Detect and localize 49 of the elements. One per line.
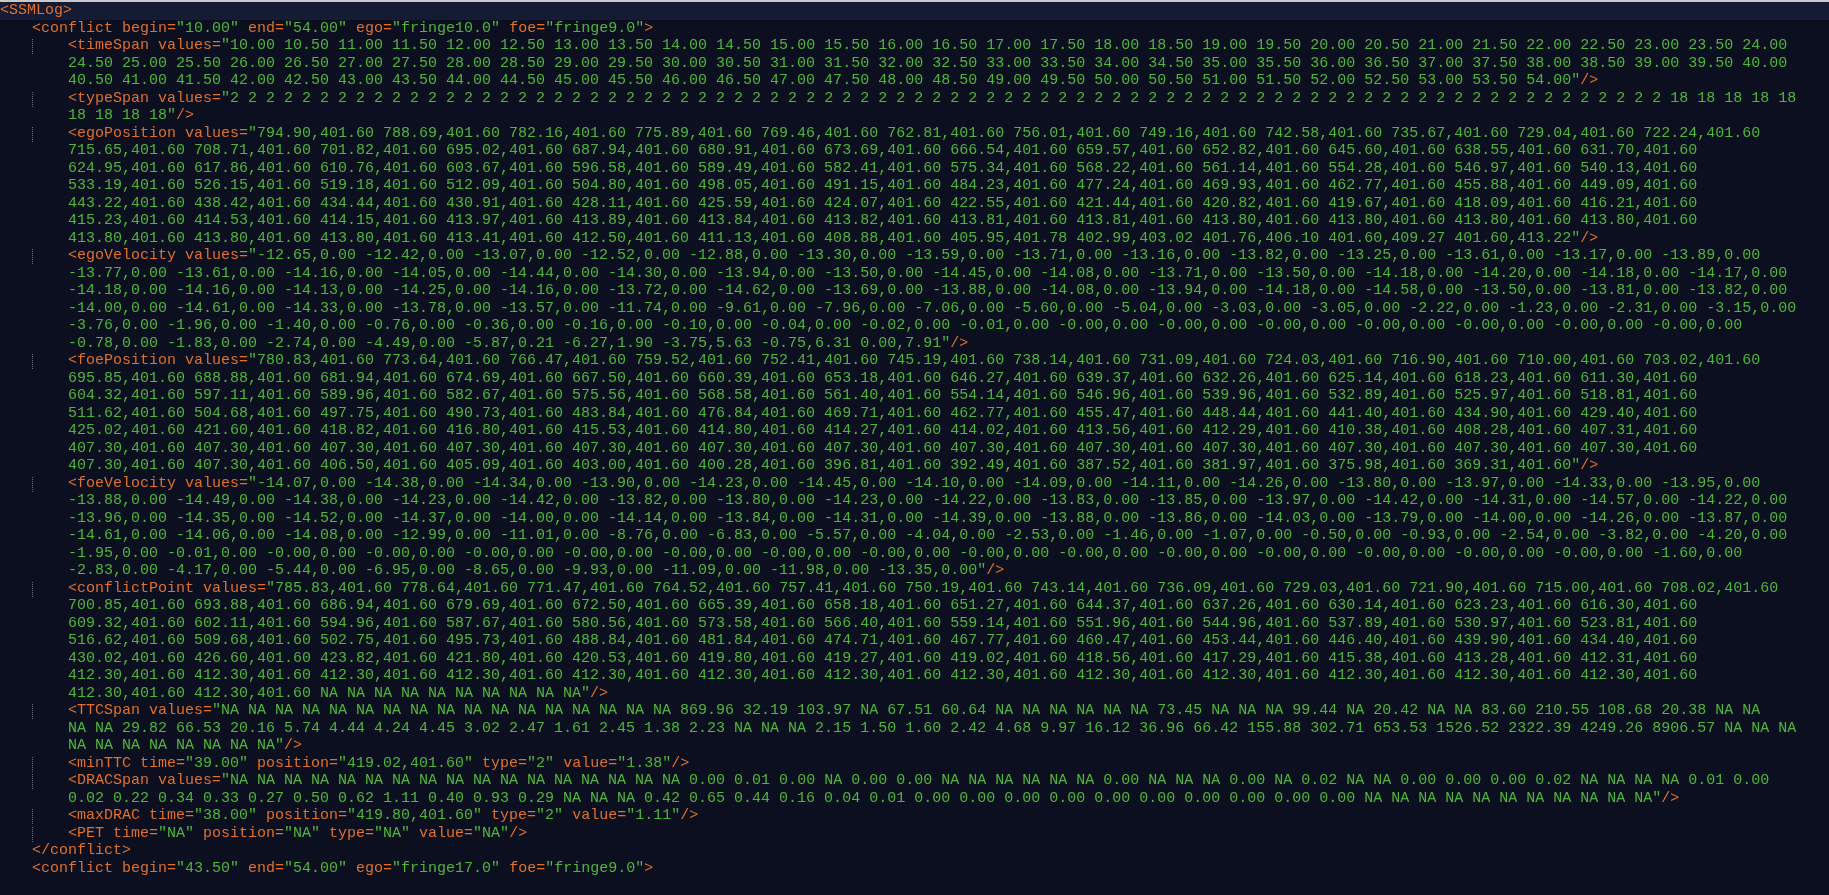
code-line: 415.23,401.60 414.53,401.60 414.15,401.60 413.97,401.60 413.89,401.60 413.84,401.60 413.82,401.60 413.81,401.60 413.81,401.60 413.80,401.60 413.80,401.60 413.80,401.60 413.80,401.60	[68, 212, 1699, 230]
code-line: 695.85,401.60 688.88,401.60 681.94,401.60 674.69,401.60 667.50,401.60 660.39,401.60 653.18,401.60 646.27,401.60 639.37,401.60 632.26,401.60 625.14,401.60 618.23,401.60 611.30,401.60	[68, 369, 1699, 387]
code-line: <conflict begin="43.50" end="54.00" ego="fringe17.0" foe="fringe9.0">	[32, 859, 655, 877]
code-line: -13.77,0.00 -13.61,0.00 -14.16,0.00 -14.05,0.00 -14.44,0.00 -14.30,0.00 -13.94,0.00 -13.50,0.00 -14.45,0.00 -14.08,0.00 -13.71,0.00 -13.50,0.00 -14.18,0.00 -14.20,0.00 -14.18,0.00 -14.17,0.00	[68, 264, 1789, 282]
code-line: <egoVelocity values="-12.65,0.00 -12.42,0.00 -13.07,0.00 -12.52,0.00 -12.88,0.00 -13.30,0.00 -13.59,0.00 -13.71,0.00 -13.16,0.00 -13.82,0.00 -13.25,0.00 -13.61,0.00 -13.17,0.00 -13.89,0.00	[68, 247, 1762, 265]
code-line: <conflict begin="10.00" end="54.00" ego="fringe10.0" foe="fringe9.0">	[32, 19, 655, 37]
code-line: <maxDRAC time="38.00" position="419.80,401.60" type="2" value="1.11"/>	[68, 807, 700, 825]
code-line: -0.78,0.00 -1.83,0.00 -2.74,0.00 -4.49,0.00 -5.87,0.21 -6.27,1.90 -3.75,5.63 -0.75,6.31 0.00,7.91"/>	[68, 334, 970, 352]
code-line: <PET time="NA" position="NA" type="NA" value="NA"/>	[68, 824, 529, 842]
code-line: 715.65,401.60 708.71,401.60 701.82,401.60 695.02,401.60 687.94,401.60 680.91,401.60 673.69,401.60 666.54,401.60 659.57,401.60 652.82,401.60 645.60,401.60 638.55,401.60 631.70,401.60	[68, 142, 1699, 160]
code-line: -2.83,0.00 -4.17,0.00 -5.44,0.00 -6.95,0.00 -8.65,0.00 -9.93,0.00 -11.09,0.00 -11.98,0.00 -13.35,0.00"/>	[68, 562, 1006, 580]
code-line: <timeSpan values="10.00 10.50 11.00 11.50 12.00 12.50 13.00 13.50 14.00 14.50 15.00 15.50 16.00 16.50 17.00 17.50 18.00 18.50 19.00 19.50 20.00 20.50 21.00 21.50 22.00 22.50 23.00 23.50 24.00	[68, 37, 1789, 55]
code-line: 18 18 18 18"/>	[68, 107, 196, 125]
code-line: NA NA NA NA NA NA NA NA"/>	[68, 737, 304, 755]
code-line: 533.19,401.60 526.15,401.60 519.18,401.60 512.09,401.60 504.80,401.60 498.05,401.60 491.15,401.60 484.23,401.60 477.24,401.60 469.93,401.60 462.77,401.60 455.88,401.60 449.09,401.60	[68, 177, 1699, 195]
code-line: 624.95,401.60 617.86,401.60 610.76,401.60 603.67,401.60 596.58,401.60 589.49,401.60 582.41,401.60 575.34,401.60 568.22,401.60 561.14,401.60 554.28,401.60 546.97,401.60 540.13,401.60	[68, 159, 1699, 177]
code-line: <typeSpan values="2 2 2 2 2 2 2 2 2 2 2 2 2 2 2 2 2 2 2 2 2 2 2 2 2 2 2 2 2 2 2 2 2 2 2 2 2 2 2 2 2 2 2 2 2 2 2 2 2 2 2 2 2 2 2 2 2 2 2 2 2 2 2 2 2 2 2 2 2 2 2 2 2 2 2 2 2 2 2 2 18 18 18 18 18	[68, 89, 1798, 107]
code-line: 0.02 0.22 0.34 0.33 0.27 0.50 0.62 1.11 0.40 0.93 0.29 NA NA NA 0.42 0.65 0.44 0.16 0.04 0.01 0.00 0.00 0.00 0.00 0.00 0.00 0.00 0.00 0.00 0.00 NA NA NA NA NA NA NA NA NA NA NA"/>	[68, 789, 1681, 807]
code-line: -13.96,0.00 -14.35,0.00 -14.52,0.00 -14.37,0.00 -14.00,0.00 -14.14,0.00 -13.84,0.00 -14.31,0.00 -14.39,0.00 -13.88,0.00 -13.86,0.00 -14.03,0.00 -13.79,0.00 -14.00,0.00 -14.26,0.00 -13.87,0.00	[68, 509, 1789, 527]
code-line: 425.02,401.60 421.60,401.60 418.82,401.60 416.80,401.60 415.53,401.60 414.80,401.60 414.27,401.60 414.02,401.60 413.56,401.60 412.29,401.60 410.38,401.60 408.28,401.60 407.31,401.60	[68, 422, 1699, 440]
code-line: -3.76,0.00 -1.96,0.00 -1.40,0.00 -0.76,0.00 -0.36,0.00 -0.16,0.00 -0.10,0.00 -0.04,0.00 -0.02,0.00 -0.01,0.00 -0.00,0.00 -0.00,0.00 -0.00,0.00 -0.00,0.00 -0.00,0.00 -0.00,0.00 -0.00,0.00	[68, 317, 1744, 335]
code-line: 511.62,401.60 504.68,401.60 497.75,401.60 490.73,401.60 483.84,401.60 476.84,401.60 469.71,401.60 462.77,401.60 455.47,401.60 448.44,401.60 441.40,401.60 434.90,401.60 429.40,401.60	[68, 404, 1699, 422]
code-line: -13.88,0.00 -14.49,0.00 -14.38,0.00 -14.23,0.00 -14.42,0.00 -13.82,0.00 -13.80,0.00 -14.23,0.00 -14.22,0.00 -13.83,0.00 -13.85,0.00 -13.97,0.00 -14.42,0.00 -14.31,0.00 -14.57,0.00 -14.22,0.00	[68, 492, 1789, 510]
code-line: <egoPosition values="794.90,401.60 788.69,401.60 782.16,401.60 775.89,401.60 769.46,401.60 762.81,401.60 756.01,401.60 749.16,401.60 742.58,401.60 735.67,401.60 729.04,401.60 722.24,401.60	[68, 124, 1762, 142]
code-line: 609.32,401.60 602.11,401.60 594.96,401.60 587.67,401.60 580.56,401.60 573.58,401.60 566.40,401.60 559.14,401.60 551.96,401.60 544.96,401.60 537.89,401.60 530.97,401.60 523.81,401.60	[68, 614, 1699, 632]
code-line: 40.50 41.00 41.50 42.00 42.50 43.00 43.50 44.00 44.50 45.00 45.50 46.00 46.50 47.00 47.50 48.00 48.50 49.00 49.50 50.00 50.50 51.00 51.50 52.00 52.50 53.00 53.50 54.00"/>	[68, 72, 1600, 90]
code-line: 407.30,401.60 407.30,401.60 406.50,401.60 405.09,401.60 403.00,401.60 400.28,401.60 396.81,401.60 392.49,401.60 387.52,401.60 381.97,401.60 375.98,401.60 369.31,401.60"/>	[68, 457, 1600, 475]
code-line: <DRACSpan values="NA NA NA NA NA NA NA NA NA NA NA NA NA NA NA NA NA 0.00 0.01 0.00 NA 0.00 0.00 NA NA NA NA NA NA 0.00 NA NA NA 0.00 NA 0.02 NA NA 0.00 0.00 0.00 0.02 NA NA NA NA 0.01 0.00	[68, 772, 1771, 790]
code-line: 413.80,401.60 413.80,401.60 413.80,401.60 413.41,401.60 412.50,401.60 411.13,401.60 408.88,401.60 405.95,401.78 402.99,403.02 401.76,406.10 401.60,409.27 401.60,413.22"/>	[68, 229, 1600, 247]
code-line: 604.32,401.60 597.11,401.60 589.96,401.60 582.67,401.60 575.56,401.60 568.58,401.60 561.40,401.60 554.14,401.60 546.96,401.60 539.96,401.60 532.89,401.60 525.97,401.60 518.81,401.60	[68, 387, 1699, 405]
code-line: 24.50 25.00 25.50 26.00 26.50 27.00 27.50 28.00 28.50 29.00 29.50 30.00 30.50 31.00 31.50 32.00 32.50 33.00 33.50 34.00 34.50 35.00 35.50 36.00 36.50 37.00 37.50 38.00 38.50 39.00 39.50 40.00	[68, 54, 1789, 72]
code-line: 700.85,401.60 693.88,401.60 686.94,401.60 679.69,401.60 672.50,401.60 665.39,401.60 658.18,401.60 651.27,401.60 644.37,401.60 637.26,401.60 630.14,401.60 623.23,401.60 616.30,401.60	[68, 597, 1699, 615]
code-line: 412.30,401.60 412.30,401.60 412.30,401.60 412.30,401.60 412.30,401.60 412.30,401.60 412.30,401.60 412.30,401.60 412.30,401.60 412.30,401.60 412.30,401.60 412.30,401.60 412.30,401.60	[68, 667, 1699, 685]
code-line: -14.61,0.00 -14.06,0.00 -14.08,0.00 -12.99,0.00 -11.01,0.00 -8.76,0.00 -6.83,0.00 -5.57,0.00 -4.04,0.00 -2.53,0.00 -1.46,0.00 -1.07,0.00 -0.50,0.00 -0.93,0.00 -2.54,0.00 -3.82,0.00 -4.20,0.00	[68, 527, 1789, 545]
code-line: NA NA 29.82 66.53 20.16 5.74 4.44 4.24 4.45 3.02 2.47 1.61 2.45 1.38 2.23 NA NA NA 2.15 1.50 1.60 2.42 4.68 9.97 16.12 36.96 66.42 155.88 302.71 653.53 1526.52 2322.39 4249.26 8906.57 NA NA NA	[68, 719, 1798, 737]
code-line: <minTTC time="39.00" position="419.02,401.60" type="2" value="1.38"/>	[68, 754, 691, 772]
code-line: <TTCSpan values="NA NA NA NA NA NA NA NA NA NA NA NA NA NA NA NA NA 869.96 32.19 103.97 NA 67.51 60.64 NA NA NA NA NA NA 73.45 NA NA NA 99.44 NA 20.42 NA NA 83.60 210.55 108.68 20.38 NA NA	[68, 702, 1762, 720]
code-line: </conflict>	[32, 842, 133, 860]
code-line: <foeVelocity values="-14.07,0.00 -14.38,0.00 -14.34,0.00 -13.90,0.00 -14.23,0.00 -14.45,0.00 -14.10,0.00 -14.09,0.00 -14.11,0.00 -14.26,0.00 -13.80,0.00 -13.97,0.00 -14.33,0.00 -13.95,0.00	[68, 474, 1762, 492]
code-line: 516.62,401.60 509.68,401.60 502.75,401.60 495.73,401.60 488.84,401.60 481.84,401.60 474.71,401.60 467.77,401.60 460.47,401.60 453.44,401.60 446.40,401.60 439.90,401.60 434.40,401.60	[68, 632, 1699, 650]
code-line: 412.30,401.60 412.30,401.60 NA NA NA NA NA NA NA NA NA NA"/>	[68, 684, 610, 702]
code-line: <foePosition values="780.83,401.60 773.64,401.60 766.47,401.60 759.52,401.60 752.41,401.60 745.19,401.60 738.14,401.60 731.09,401.60 724.03,401.60 716.90,401.60 710.00,401.60 703.02,401.60	[68, 352, 1762, 370]
code-line: 443.22,401.60 438.42,401.60 434.44,401.60 430.91,401.60 428.11,401.60 425.59,401.60 424.07,401.60 422.55,401.60 421.44,401.60 420.82,401.60 419.67,401.60 418.09,401.60 416.21,401.60	[68, 194, 1699, 212]
code-line: 407.30,401.60 407.30,401.60 407.30,401.60 407.30,401.60 407.30,401.60 407.30,401.60 407.30,401.60 407.30,401.60 407.30,401.60 407.30,401.60 407.30,401.60 407.30,401.60 407.30,401.60	[68, 439, 1699, 457]
code-line: -14.00,0.00 -14.61,0.00 -14.33,0.00 -13.78,0.00 -13.57,0.00 -11.74,0.00 -9.61,0.00 -7.96,0.00 -7.06,0.00 -5.60,0.00 -5.04,0.00 -3.03,0.00 -3.05,0.00 -2.22,0.00 -1.23,0.00 -2.31,0.00 -3.15,0.00	[68, 299, 1798, 317]
code-line: 430.02,401.60 426.60,401.60 423.82,401.60 421.80,401.60 420.53,401.60 419.80,401.60 419.27,401.60 419.02,401.60 418.56,401.60 417.29,401.60 415.38,401.60 413.28,401.60 412.31,401.60	[68, 649, 1699, 667]
code-line: <conflictPoint values="785.83,401.60 778.64,401.60 771.47,401.60 764.52,401.60 757.41,401.60 750.19,401.60 743.14,401.60 736.09,401.60 729.03,401.60 721.90,401.60 715.00,401.60 708.02,401.60	[68, 579, 1780, 597]
code-line: -14.18,0.00 -14.16,0.00 -14.13,0.00 -14.25,0.00 -14.16,0.00 -13.72,0.00 -14.62,0.00 -13.69,0.00 -13.88,0.00 -14.08,0.00 -13.94,0.00 -14.18,0.00 -14.58,0.00 -13.50,0.00 -13.81,0.00 -13.82,0.00	[68, 282, 1789, 300]
code-line: -1.95,0.00 -0.01,0.00 -0.00,0.00 -0.00,0.00 -0.00,0.00 -0.00,0.00 -0.00,0.00 -0.00,0.00 -0.00,0.00 -0.00,0.00 -0.00,0.00 -0.00,0.00 -0.00,0.00 -0.00,0.00 -0.00,0.00 -0.00,0.00 -1.60,0.00	[68, 544, 1744, 562]
